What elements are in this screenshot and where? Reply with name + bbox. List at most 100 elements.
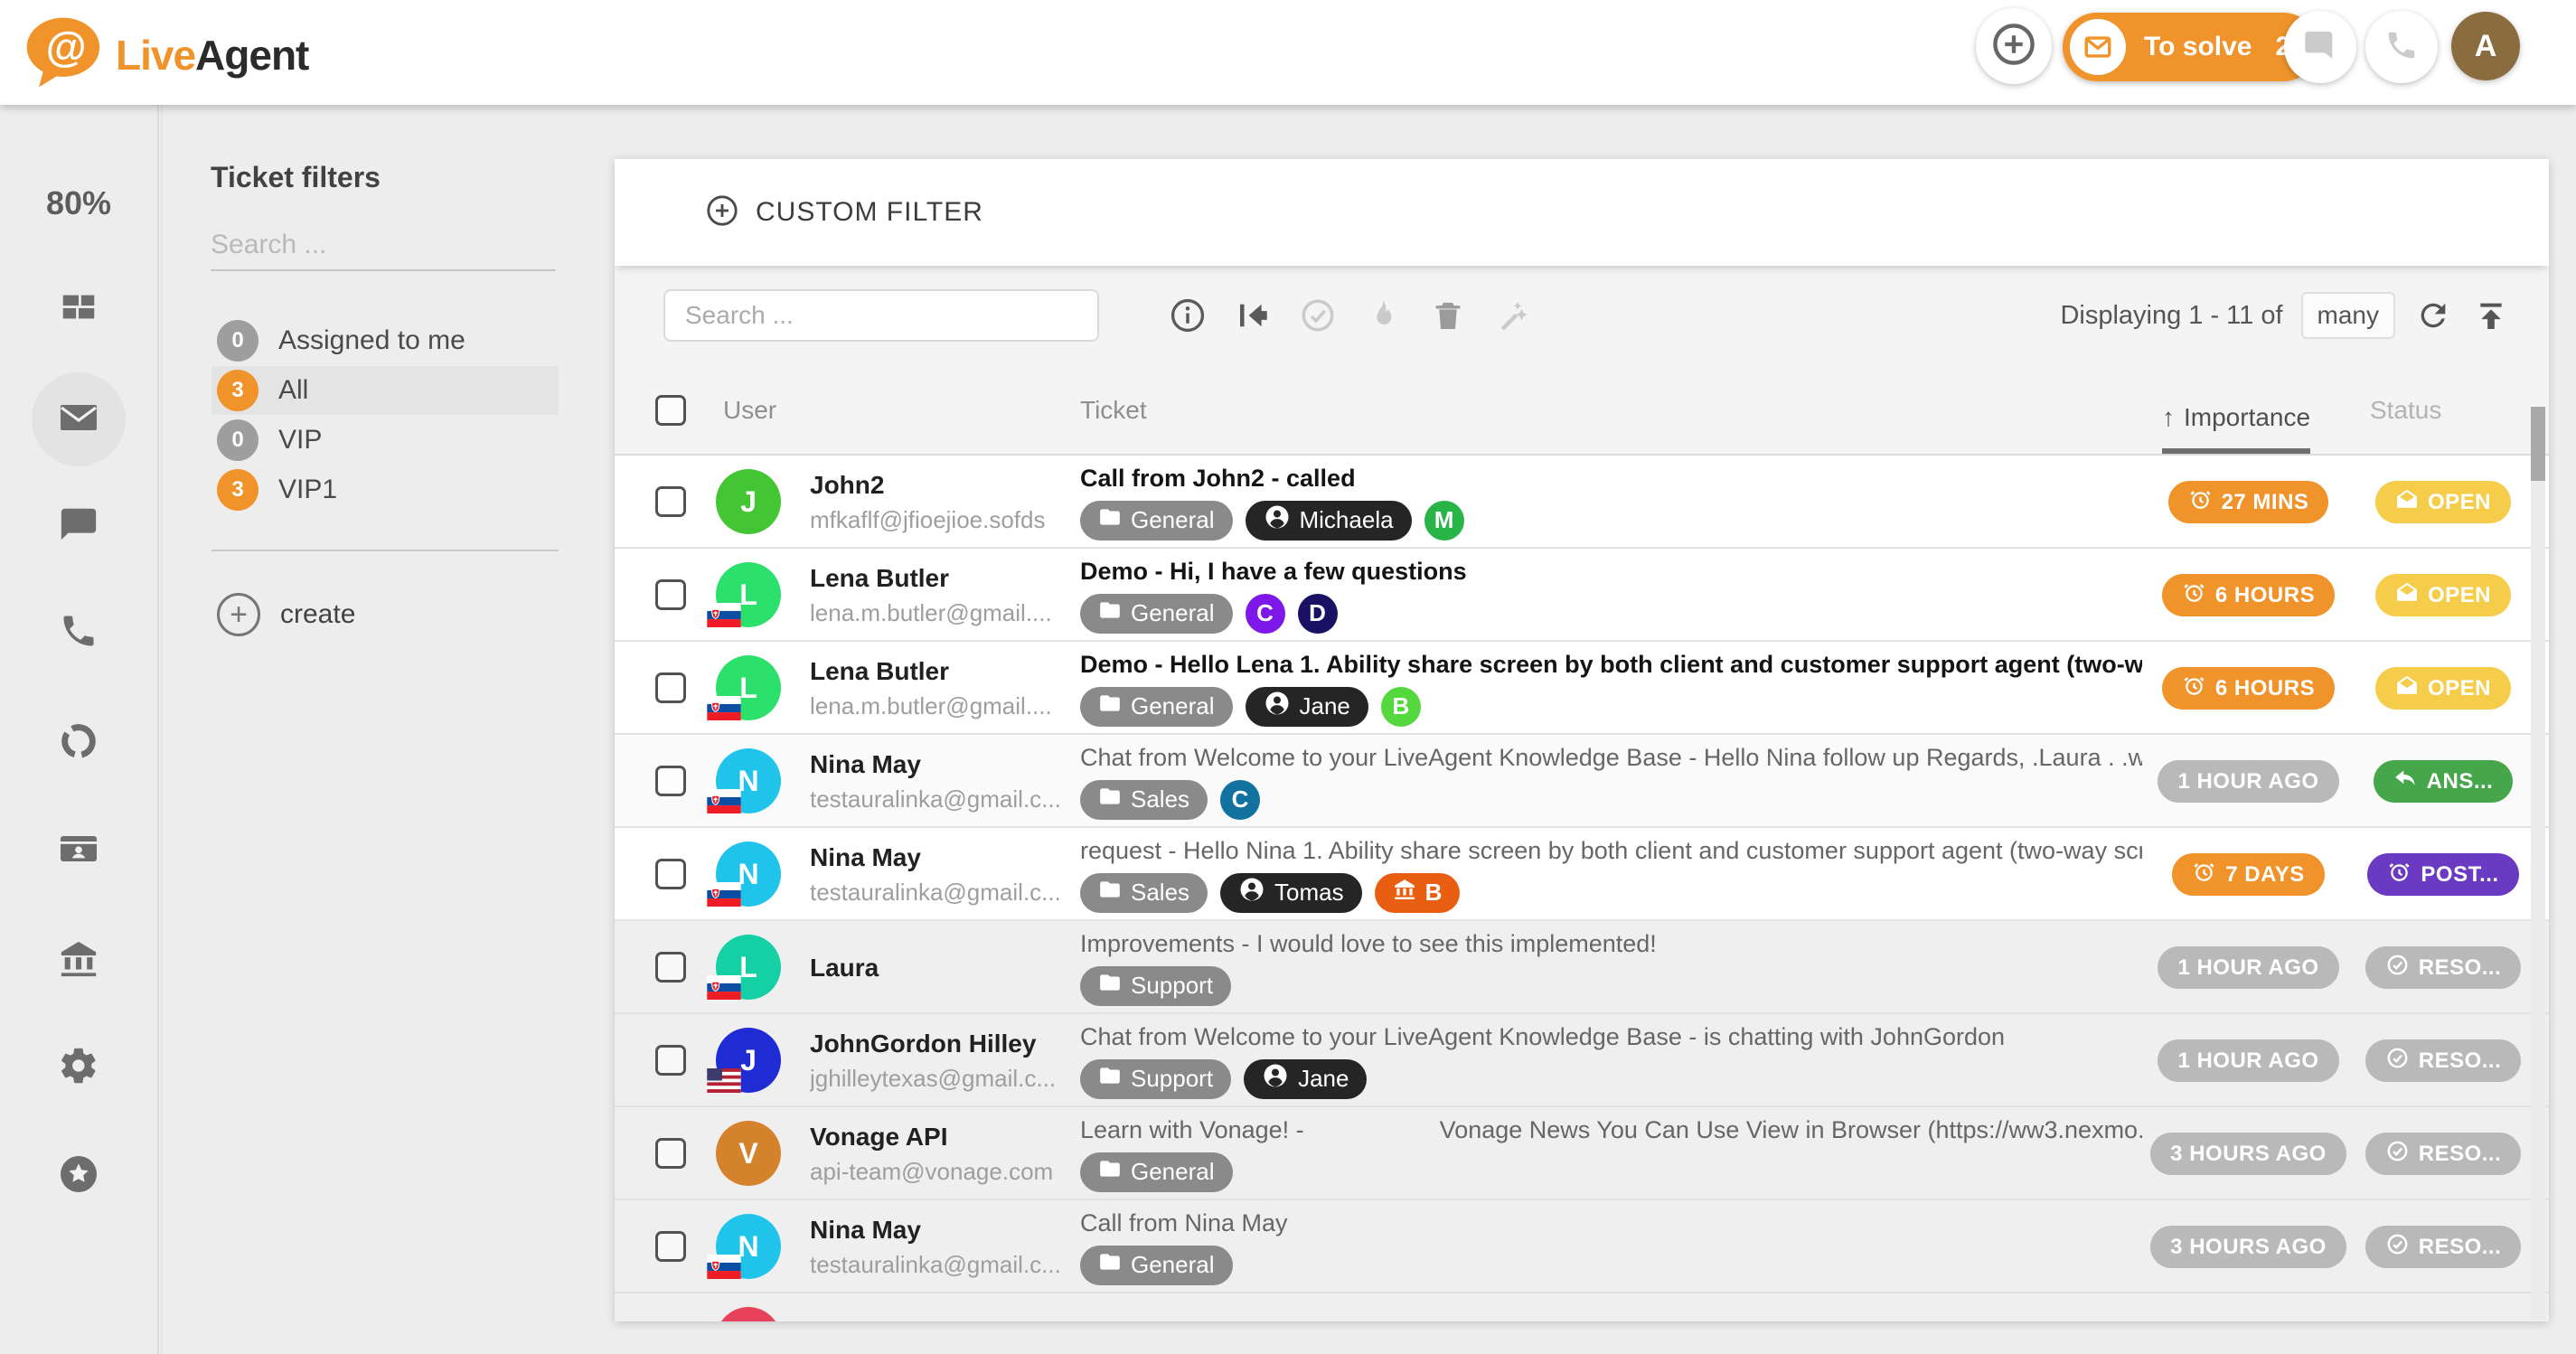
scroll-top-icon[interactable] [2471,296,2511,335]
ticket-title[interactable]: Improvements - I would love to see this … [1080,930,2142,958]
department-tag[interactable]: General [1080,687,1233,727]
label-circle-tag[interactable]: C [1246,594,1285,634]
company-tag[interactable]: B [1375,873,1461,913]
ticket-row[interactable]: NNina Maytestauralinka@gmail.c...Call fr… [615,1200,2549,1293]
column-header-ticket: Ticket [1080,396,1147,425]
row-checkbox[interactable] [655,672,686,703]
contact-info: Laura [810,921,1074,1014]
department-tag[interactable]: General [1080,1152,1233,1192]
ticket-title[interactable]: Call from John2 - called [1080,465,2142,493]
filter-item-assigned-to-me[interactable]: 0Assigned to me [212,316,559,365]
rail-item-dashboard[interactable] [0,266,157,353]
label-circle-tag[interactable]: D [1298,594,1338,634]
rail-item-mail[interactable] [0,376,157,463]
ticket-title[interactable]: Chat from Welcome to your LiveAgent Know… [1080,744,2142,772]
ticket-title[interactable]: Chat from Welcome to your LiveAgent Know… [1080,1023,2142,1051]
ticket-title[interactable]: Call from Nina May [1080,1209,2142,1237]
rail-item-settings-gear[interactable] [0,1024,157,1111]
ticket-search-input[interactable] [663,289,1099,342]
ticket-title[interactable]: Demo - Hello Lena 1. Ability share scree… [1080,651,2142,679]
info-icon[interactable] [1168,296,1208,335]
trash-icon[interactable] [1428,296,1468,335]
row-checkbox[interactable] [655,1138,686,1169]
department-tag[interactable]: General [1080,594,1233,634]
ticket-row[interactable]: TT...Call from [615,1293,2549,1321]
user-avatar[interactable]: A [2451,12,2520,80]
ticket-title[interactable]: Learn with Vonage! -Vonage News You Can … [1080,1116,2142,1144]
row-checkbox[interactable] [655,952,686,983]
department-tag[interactable]: Support [1080,1059,1231,1099]
department-tag[interactable]: General [1080,501,1233,541]
row-checkbox[interactable] [655,1045,686,1076]
ticket-tags: General Jane B [1080,687,2142,727]
ticket-tags: General Michaela M [1080,501,2142,541]
importance-badge: 1 HOUR AGO [2158,760,2338,803]
filter-item-vip1[interactable]: 3VIP1 [212,465,559,514]
ticket-row[interactable]: JJohnGordon Hilleyjghilleytexas@gmail.c.… [615,1014,2549,1107]
calls-button[interactable] [2365,11,2438,83]
ticket-row[interactable]: JJohn2mfkaflf@jfioejioe.sofdsCall from J… [615,456,2549,549]
create-filter-button[interactable]: + create [212,593,355,636]
magic-wand-icon[interactable] [1493,296,1533,335]
rail-item-chat[interactable] [0,483,157,569]
rail-item-company[interactable] [0,917,157,1004]
row-checkbox[interactable] [655,1231,686,1262]
rail-item-upgrade-star[interactable] [0,1133,157,1219]
ticket-tags: Support Jane [1080,1059,2142,1099]
forward-icon[interactable] [1233,296,1273,335]
flame-icon[interactable] [1363,296,1403,335]
liveagent-logo[interactable]: @ LiveAgent [20,11,308,99]
to-solve-button[interactable]: To solve 2 [2063,13,2317,81]
department-tag[interactable]: Sales [1080,780,1208,820]
vertical-scrollbar[interactable] [2531,407,2545,1320]
column-header-status[interactable]: Status [2370,396,2441,425]
label-circle-tag[interactable]: B [1381,687,1421,727]
folder-icon [1098,971,1122,1001]
agent-tag[interactable]: Jane [1246,687,1368,727]
ticket-row[interactable]: NNina Maytestauralinka@gmail.c...request… [615,828,2549,921]
row-checkbox[interactable] [655,579,686,610]
ticket-row[interactable]: NNina Maytestauralinka@gmail.c...Chat fr… [615,735,2549,828]
check-circle-icon[interactable] [1298,296,1338,335]
row-checkbox[interactable] [655,766,686,796]
label-circle-tag[interactable]: C [1220,780,1260,820]
country-flag-icon-us [707,1068,741,1093]
row-checkbox[interactable] [655,859,686,889]
agent-tag[interactable]: Tomas [1220,873,1362,913]
add-new-button[interactable] [1976,8,2052,84]
rail-item-phone[interactable] [0,589,157,676]
department-tag[interactable]: Sales [1080,873,1208,913]
refresh-icon[interactable] [2413,296,2453,335]
department-tag[interactable]: General [1080,1246,1233,1285]
agent-tag[interactable]: Michaela [1246,501,1412,541]
alarm-clock-icon [2182,673,2206,704]
status-badge: POST... [2367,853,2518,896]
agent-tag[interactable]: Jane [1244,1059,1367,1099]
svg-text:@: @ [46,24,87,71]
select-all-checkbox[interactable] [655,395,686,426]
label-circle-tag[interactable]: M [1424,501,1464,541]
ticket-row[interactable]: LLena Butlerlena.m.butler@gmail....Demo … [615,549,2549,642]
person-icon [1262,1062,1289,1095]
department-tag[interactable]: Support [1080,966,1231,1006]
filter-item-all[interactable]: 3All [212,366,559,415]
total-count-selector[interactable]: many [2301,292,2395,339]
rail-item-reports-donut[interactable] [0,700,157,786]
alarm-clock-icon [2188,487,2213,518]
row-checkbox[interactable] [655,486,686,517]
chats-button[interactable] [2284,11,2356,83]
rail-item-contacts[interactable] [0,807,157,894]
scrollbar-thumb[interactable] [2531,407,2545,481]
ticket-row[interactable]: VVonage APIapi-team@vonage.comLearn with… [615,1107,2549,1200]
filter-item-vip[interactable]: 0VIP [212,416,559,465]
alarm-clock-icon [2192,860,2216,890]
contact-info: Nina Maytestauralinka@gmail.c... [810,1200,1074,1293]
column-header-importance[interactable]: ↑ Importance [2162,403,2310,454]
filters-divider [212,550,559,551]
custom-filter-button[interactable]: CUSTOM FILTER [756,197,983,228]
ticket-title[interactable]: request - Hello Nina 1. Ability share sc… [1080,837,2142,865]
ticket-title[interactable]: Demo - Hi, I have a few questions [1080,558,2142,586]
ticket-row[interactable]: LLauraImprovements - I would love to see… [615,921,2549,1014]
ticket-row[interactable]: LLena Butlerlena.m.butler@gmail....Demo … [615,642,2549,735]
filters-search-input[interactable] [211,221,556,271]
